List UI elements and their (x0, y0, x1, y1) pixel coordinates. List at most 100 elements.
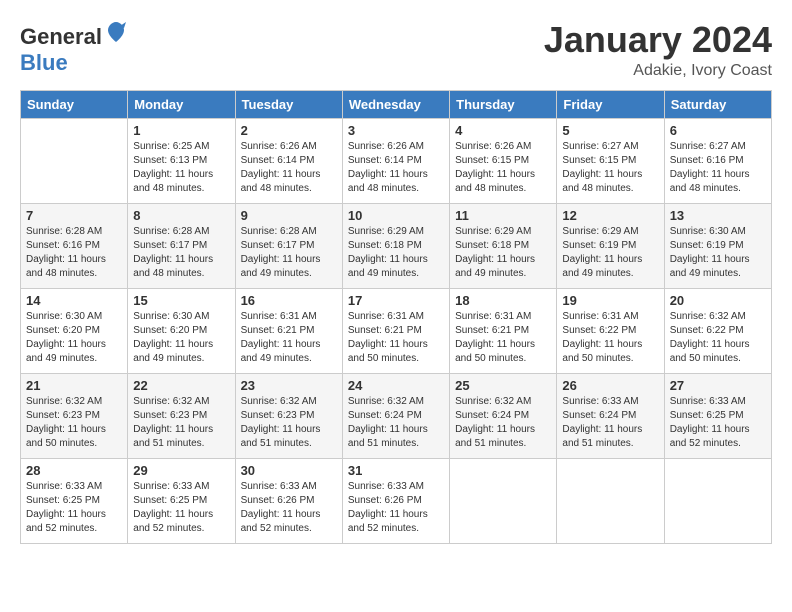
day-info: Sunrise: 6:29 AMSunset: 6:19 PMDaylight:… (562, 225, 658, 281)
day-number: 16 (241, 293, 337, 308)
day-number: 5 (562, 123, 658, 138)
day-info: Sunrise: 6:33 AMSunset: 6:25 PMDaylight:… (670, 395, 766, 451)
calendar-cell (450, 458, 557, 543)
day-info: Sunrise: 6:28 AMSunset: 6:17 PMDaylight:… (241, 225, 337, 281)
calendar-cell: 18 Sunrise: 6:31 AMSunset: 6:21 PMDayligh… (450, 288, 557, 373)
day-number: 10 (348, 208, 444, 223)
day-info: Sunrise: 6:31 AMSunset: 6:22 PMDaylight:… (562, 310, 658, 366)
calendar-cell: 8 Sunrise: 6:28 AMSunset: 6:17 PMDaylight… (128, 203, 235, 288)
day-info: Sunrise: 6:32 AMSunset: 6:24 PMDaylight:… (348, 395, 444, 451)
day-info: Sunrise: 6:27 AMSunset: 6:16 PMDaylight:… (670, 140, 766, 196)
day-number: 18 (455, 293, 551, 308)
day-number: 9 (241, 208, 337, 223)
calendar-cell: 26 Sunrise: 6:33 AMSunset: 6:24 PMDayligh… (557, 373, 664, 458)
calendar-cell: 15 Sunrise: 6:30 AMSunset: 6:20 PMDayligh… (128, 288, 235, 373)
day-number: 13 (670, 208, 766, 223)
weekday-header-wednesday: Wednesday (342, 90, 449, 118)
day-info: Sunrise: 6:32 AMSunset: 6:23 PMDaylight:… (241, 395, 337, 451)
calendar-cell (557, 458, 664, 543)
day-info: Sunrise: 6:28 AMSunset: 6:17 PMDaylight:… (133, 225, 229, 281)
day-number: 8 (133, 208, 229, 223)
day-info: Sunrise: 6:32 AMSunset: 6:23 PMDaylight:… (133, 395, 229, 451)
day-number: 31 (348, 463, 444, 478)
calendar-cell: 7 Sunrise: 6:28 AMSunset: 6:16 PMDaylight… (21, 203, 128, 288)
calendar-cell: 30Sunrise: 6:33 AMSunset: 6:26 PMDayligh… (235, 458, 342, 543)
day-number: 23 (241, 378, 337, 393)
day-info: Sunrise: 6:31 AMSunset: 6:21 PMDaylight:… (241, 310, 337, 366)
day-number: 12 (562, 208, 658, 223)
weekday-header-sunday: Sunday (21, 90, 128, 118)
weekday-header-monday: Monday (128, 90, 235, 118)
week-row-4: 21 Sunrise: 6:32 AMSunset: 6:23 PMDayligh… (21, 373, 772, 458)
calendar-cell: 16 Sunrise: 6:31 AMSunset: 6:21 PMDayligh… (235, 288, 342, 373)
day-number: 4 (455, 123, 551, 138)
calendar-cell: 6 Sunrise: 6:27 AMSunset: 6:16 PMDaylight… (664, 118, 771, 203)
calendar-cell: 19 Sunrise: 6:31 AMSunset: 6:22 PMDayligh… (557, 288, 664, 373)
day-info: Sunrise: 6:26 AMSunset: 6:14 PMDaylight:… (241, 140, 337, 196)
day-info: Sunrise: 6:26 AMSunset: 6:15 PMDaylight:… (455, 140, 551, 196)
day-number: 7 (26, 208, 122, 223)
calendar-cell: 23 Sunrise: 6:32 AMSunset: 6:23 PMDayligh… (235, 373, 342, 458)
calendar-cell: 13Sunrise: 6:30 AMSunset: 6:19 PMDayligh… (664, 203, 771, 288)
day-number: 20 (670, 293, 766, 308)
day-info: Sunrise: 6:30 AMSunset: 6:20 PMDaylight:… (133, 310, 229, 366)
calendar-cell: 31 Sunrise: 6:33 AMSunset: 6:26 PMDayligh… (342, 458, 449, 543)
day-number: 14 (26, 293, 122, 308)
day-info: Sunrise: 6:28 AMSunset: 6:16 PMDaylight:… (26, 225, 122, 281)
weekday-header-row: SundayMondayTuesdayWednesdayThursdayFrid… (21, 90, 772, 118)
day-info: Sunrise: 6:31 AMSunset: 6:21 PMDaylight:… (348, 310, 444, 366)
calendar-cell: 20 Sunrise: 6:32 AMSunset: 6:22 PMDayligh… (664, 288, 771, 373)
day-number: 19 (562, 293, 658, 308)
logo-icon (104, 20, 128, 44)
calendar-cell: 21Sunrise: 6:32 AMSunset: 6:23 PMDayligh… (21, 373, 128, 458)
calendar-cell: 4 Sunrise: 6:26 AMSunset: 6:15 PMDaylight… (450, 118, 557, 203)
day-number: 15 (133, 293, 229, 308)
page-header: General Blue January 2024 Adakie, Ivory … (20, 20, 772, 80)
calendar-cell (664, 458, 771, 543)
day-info: Sunrise: 6:25 AMSunset: 6:13 PMDaylight:… (133, 140, 229, 196)
week-row-3: 14 Sunrise: 6:30 AMSunset: 6:20 PMDayligh… (21, 288, 772, 373)
day-info: Sunrise: 6:27 AMSunset: 6:15 PMDaylight:… (562, 140, 658, 196)
day-number: 21 (26, 378, 122, 393)
day-number: 11 (455, 208, 551, 223)
day-info: Sunrise: 6:33 AMSunset: 6:26 PMDaylight:… (241, 480, 337, 536)
calendar-cell: 11 Sunrise: 6:29 AMSunset: 6:18 PMDayligh… (450, 203, 557, 288)
calendar-cell (21, 118, 128, 203)
calendar-cell: 14Sunrise: 6:30 AMSunset: 6:20 PMDayligh… (21, 288, 128, 373)
day-info: Sunrise: 6:32 AMSunset: 6:24 PMDaylight:… (455, 395, 551, 451)
calendar-cell: 2 Sunrise: 6:26 AMSunset: 6:14 PMDaylight… (235, 118, 342, 203)
day-number: 22 (133, 378, 229, 393)
day-info: Sunrise: 6:33 AMSunset: 6:25 PMDaylight:… (133, 480, 229, 536)
day-number: 17 (348, 293, 444, 308)
calendar-cell: 10 Sunrise: 6:29 AMSunset: 6:18 PMDayligh… (342, 203, 449, 288)
calendar-cell: 27Sunrise: 6:33 AMSunset: 6:25 PMDayligh… (664, 373, 771, 458)
day-info: Sunrise: 6:33 AMSunset: 6:26 PMDaylight:… (348, 480, 444, 536)
day-info: Sunrise: 6:32 AMSunset: 6:22 PMDaylight:… (670, 310, 766, 366)
location-title: Adakie, Ivory Coast (544, 62, 772, 80)
day-info: Sunrise: 6:29 AMSunset: 6:18 PMDaylight:… (348, 225, 444, 281)
calendar-cell: 5 Sunrise: 6:27 AMSunset: 6:15 PMDaylight… (557, 118, 664, 203)
weekday-header-friday: Friday (557, 90, 664, 118)
calendar-cell: 24 Sunrise: 6:32 AMSunset: 6:24 PMDayligh… (342, 373, 449, 458)
month-title: January 2024 (544, 20, 772, 60)
day-number: 26 (562, 378, 658, 393)
logo-general: General (20, 24, 102, 49)
day-info: Sunrise: 6:33 AMSunset: 6:25 PMDaylight:… (26, 480, 122, 536)
weekday-header-thursday: Thursday (450, 90, 557, 118)
day-info: Sunrise: 6:26 AMSunset: 6:14 PMDaylight:… (348, 140, 444, 196)
calendar-cell: 1 Sunrise: 6:25 AMSunset: 6:13 PMDaylight… (128, 118, 235, 203)
day-number: 1 (133, 123, 229, 138)
logo: General Blue (20, 20, 128, 76)
day-number: 6 (670, 123, 766, 138)
calendar-cell: 22 Sunrise: 6:32 AMSunset: 6:23 PMDayligh… (128, 373, 235, 458)
day-info: Sunrise: 6:29 AMSunset: 6:18 PMDaylight:… (455, 225, 551, 281)
day-info: Sunrise: 6:31 AMSunset: 6:21 PMDaylight:… (455, 310, 551, 366)
calendar-cell: 25Sunrise: 6:32 AMSunset: 6:24 PMDayligh… (450, 373, 557, 458)
day-info: Sunrise: 6:33 AMSunset: 6:24 PMDaylight:… (562, 395, 658, 451)
week-row-2: 7 Sunrise: 6:28 AMSunset: 6:16 PMDaylight… (21, 203, 772, 288)
day-number: 2 (241, 123, 337, 138)
day-number: 24 (348, 378, 444, 393)
calendar-table: SundayMondayTuesdayWednesdayThursdayFrid… (20, 90, 772, 544)
title-block: January 2024 Adakie, Ivory Coast (544, 20, 772, 80)
weekday-header-saturday: Saturday (664, 90, 771, 118)
